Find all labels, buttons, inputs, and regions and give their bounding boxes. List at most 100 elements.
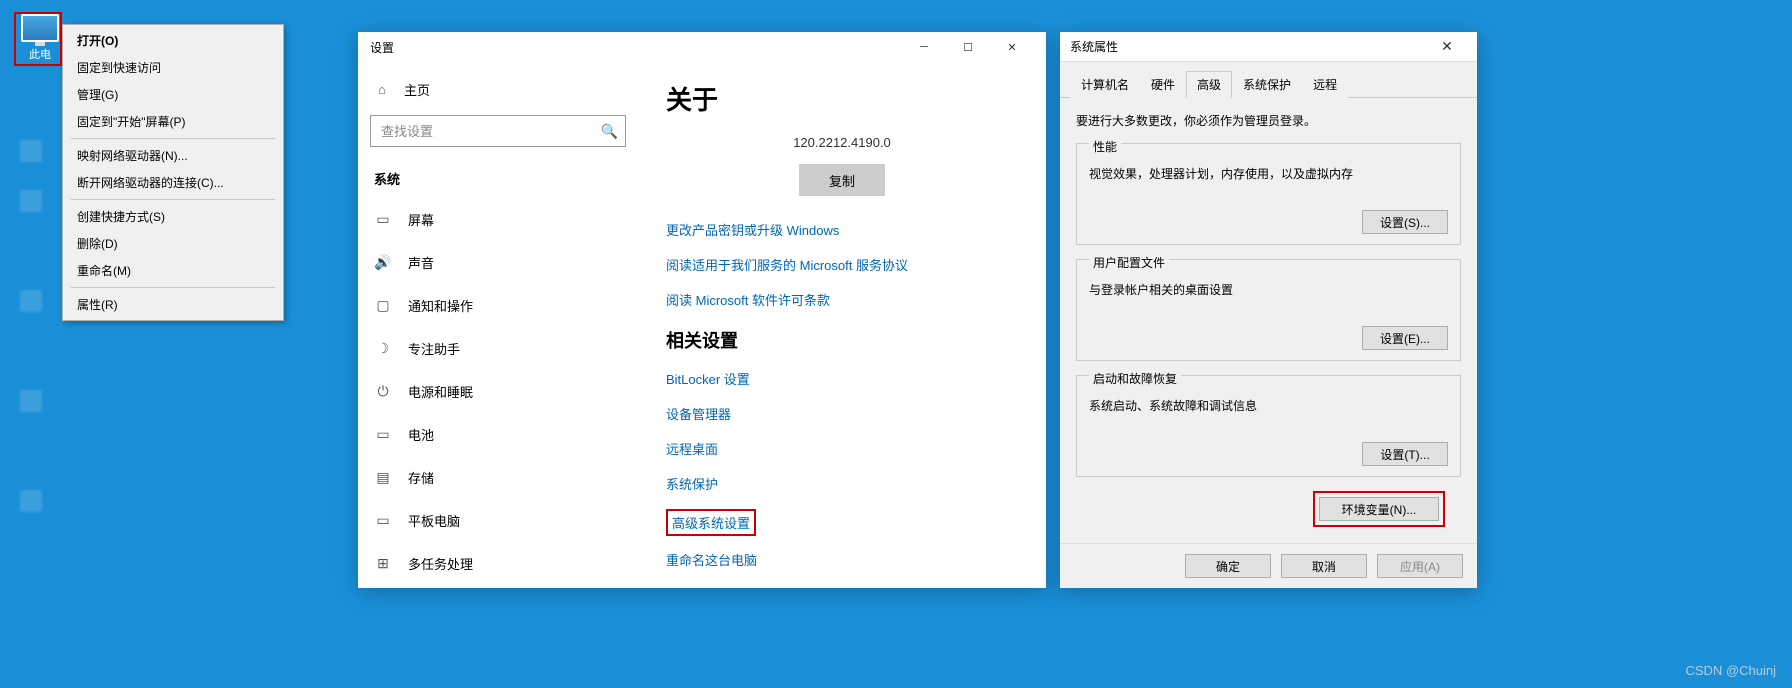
ok-button[interactable]: 确定 (1185, 554, 1271, 578)
nav-label: 专注助手 (408, 339, 460, 358)
search-input[interactable] (370, 115, 626, 147)
link-advanced-system-settings[interactable]: 高级系统设置 (672, 513, 750, 532)
desktop-icon-label: 此电 (29, 49, 51, 61)
tab-advanced[interactable]: 高级 (1186, 71, 1232, 98)
profile-legend: 用户配置文件 (1089, 254, 1169, 271)
link-system-protection[interactable]: 系统保护 (666, 474, 1018, 493)
system-properties-dialog: 系统属性 ✕ 计算机名 硬件 高级 系统保护 远程 要进行大多数更改，你必须作为… (1060, 32, 1477, 588)
settings-title: 设置 (370, 39, 394, 56)
nav-label: 电池 (408, 425, 434, 444)
ctx-properties[interactable]: 属性(R) (63, 291, 283, 318)
separator (71, 199, 275, 200)
about-heading: 关于 (666, 80, 1018, 117)
sidebar-heading: 系统 (358, 161, 638, 198)
nav-tablet[interactable]: ▭ 平板电脑 (358, 499, 638, 542)
cancel-button[interactable]: 取消 (1281, 554, 1367, 578)
nav-label: 声音 (408, 253, 434, 272)
ctx-delete[interactable]: 删除(D) (63, 230, 283, 257)
tab-computer-name[interactable]: 计算机名 (1070, 71, 1140, 98)
nav-battery[interactable]: ▭ 电池 (358, 413, 638, 456)
settings-window: 设置 ─ ☐ ✕ ⌂ 主页 🔍 系统 ▭ 屏幕 🔊 声音 ▢通知和操作 ☽ 专注助手 … (358, 32, 1046, 588)
minimize-button[interactable]: ─ (902, 32, 946, 62)
link-device-manager[interactable]: 设备管理器 (666, 404, 1018, 423)
nav-display[interactable]: ▭ 屏幕 (358, 198, 638, 241)
tablet-icon: ▭ (374, 512, 392, 529)
related-settings-heading: 相关设置 (666, 327, 1018, 353)
perf-settings-button[interactable]: 设置(S)... (1362, 210, 1448, 234)
link-rename-pc[interactable]: 重命名这台电脑 (666, 550, 1018, 569)
close-button[interactable]: ✕ (1427, 38, 1467, 55)
nav-storage[interactable]: ▤ 存储 (358, 456, 638, 499)
version-text: 120.2212.4190.0 (666, 135, 1018, 150)
context-menu: 打开(O) 固定到快速访问 管理(G) 固定到"开始"屏幕(P) 映射网络驱动器… (62, 24, 284, 321)
ctx-rename[interactable]: 重命名(M) (63, 257, 283, 284)
startup-desc: 系统启动、系统故障和调试信息 (1089, 397, 1448, 414)
taskbar-blur-icon (20, 490, 42, 512)
moon-icon: ☽ (374, 340, 392, 357)
search-icon: 🔍 (601, 123, 618, 140)
startup-legend: 启动和故障恢复 (1089, 370, 1181, 387)
watermark: CSDN @Chuinj (1686, 663, 1777, 678)
link-product-key[interactable]: 更改产品密钥或升级 Windows (666, 220, 1018, 239)
ctx-create-shortcut[interactable]: 创建快捷方式(S) (63, 203, 283, 230)
tab-remote[interactable]: 远程 (1302, 71, 1348, 98)
desktop-icon-this-pc[interactable]: 此电 (16, 14, 64, 62)
multitask-icon: ⊞ (374, 555, 392, 572)
nav-label: 多任务处理 (408, 554, 473, 573)
perf-legend: 性能 (1089, 138, 1121, 155)
fieldset-performance: 性能 视觉效果，处理器计划，内存使用，以及虚拟内存 设置(S)... (1076, 143, 1461, 245)
power-icon: ⏻ (374, 383, 392, 400)
home-label: 主页 (404, 80, 430, 99)
copy-button[interactable]: 复制 (799, 164, 885, 196)
nav-notifications[interactable]: ▢通知和操作 (358, 284, 638, 327)
nav-label: 存储 (408, 468, 434, 487)
sound-icon: 🔊 (374, 254, 392, 271)
ctx-pin-start[interactable]: 固定到"开始"屏幕(P) (63, 108, 283, 135)
ctx-map-drive[interactable]: 映射网络驱动器(N)... (63, 142, 283, 169)
fieldset-user-profile: 用户配置文件 与登录帐户相关的桌面设置 设置(E)... (1076, 259, 1461, 361)
link-license-terms[interactable]: 阅读 Microsoft 软件许可条款 (666, 290, 1018, 309)
taskbar-blur-icon (20, 190, 42, 212)
profile-settings-button[interactable]: 设置(E)... (1362, 326, 1448, 350)
separator (71, 287, 275, 288)
nav-sound[interactable]: 🔊 声音 (358, 241, 638, 284)
tabstrip: 计算机名 硬件 高级 系统保护 远程 (1060, 62, 1477, 98)
link-bitlocker[interactable]: BitLocker 设置 (666, 369, 1018, 388)
display-icon: ▭ (374, 211, 392, 228)
storage-icon: ▤ (374, 469, 392, 486)
taskbar-blur-icon (20, 390, 42, 412)
fieldset-startup-recovery: 启动和故障恢复 系统启动、系统故障和调试信息 设置(T)... (1076, 375, 1461, 477)
ctx-open[interactable]: 打开(O) (63, 27, 283, 54)
environment-variables-button[interactable]: 环境变量(N)... (1319, 497, 1439, 521)
nav-label: 平板电脑 (408, 511, 460, 530)
nav-focus[interactable]: ☽ 专注助手 (358, 327, 638, 370)
nav-power[interactable]: ⏻ 电源和睡眠 (358, 370, 638, 413)
pc-icon (21, 14, 59, 42)
ctx-manage[interactable]: 管理(G) (63, 81, 283, 108)
ctx-pin-quick[interactable]: 固定到快速访问 (63, 54, 283, 81)
tab-system-protection[interactable]: 系统保护 (1232, 71, 1302, 98)
nav-multitask[interactable]: ⊞ 多任务处理 (358, 542, 638, 585)
close-button[interactable]: ✕ (990, 32, 1034, 62)
nav-label: 屏幕 (408, 210, 434, 229)
tab-hardware[interactable]: 硬件 (1140, 71, 1186, 98)
apply-button[interactable]: 应用(A) (1377, 554, 1463, 578)
ctx-disconnect-drive[interactable]: 断开网络驱动器的连接(C)... (63, 169, 283, 196)
home-icon: ⌂ (374, 82, 390, 98)
nav-label: 电源和睡眠 (408, 382, 473, 401)
settings-main: 关于 120.2212.4190.0 复制 更改产品密钥或升级 Windows … (638, 62, 1046, 588)
home-link[interactable]: ⌂ 主页 (358, 70, 638, 109)
link-service-agreement[interactable]: 阅读适用于我们服务的 Microsoft 服务协议 (666, 255, 1018, 274)
settings-sidebar: ⌂ 主页 🔍 系统 ▭ 屏幕 🔊 声音 ▢通知和操作 ☽ 专注助手 ⏻ 电源和睡眠 ▭ 电… (358, 62, 638, 588)
settings-titlebar[interactable]: 设置 ─ ☐ ✕ (358, 32, 1046, 62)
dialog-button-row: 确定 取消 应用(A) (1060, 543, 1477, 588)
link-remote-desktop[interactable]: 远程桌面 (666, 439, 1018, 458)
startup-settings-button[interactable]: 设置(T)... (1362, 442, 1448, 466)
annotation-box-advanced: 高级系统设置 (666, 509, 756, 536)
admin-notice: 要进行大多数更改，你必须作为管理员登录。 (1076, 112, 1461, 129)
separator (71, 138, 275, 139)
sysprops-titlebar[interactable]: 系统属性 ✕ (1060, 32, 1477, 62)
battery-icon: ▭ (374, 426, 392, 443)
maximize-button[interactable]: ☐ (946, 32, 990, 62)
sysprops-title: 系统属性 (1070, 38, 1118, 55)
